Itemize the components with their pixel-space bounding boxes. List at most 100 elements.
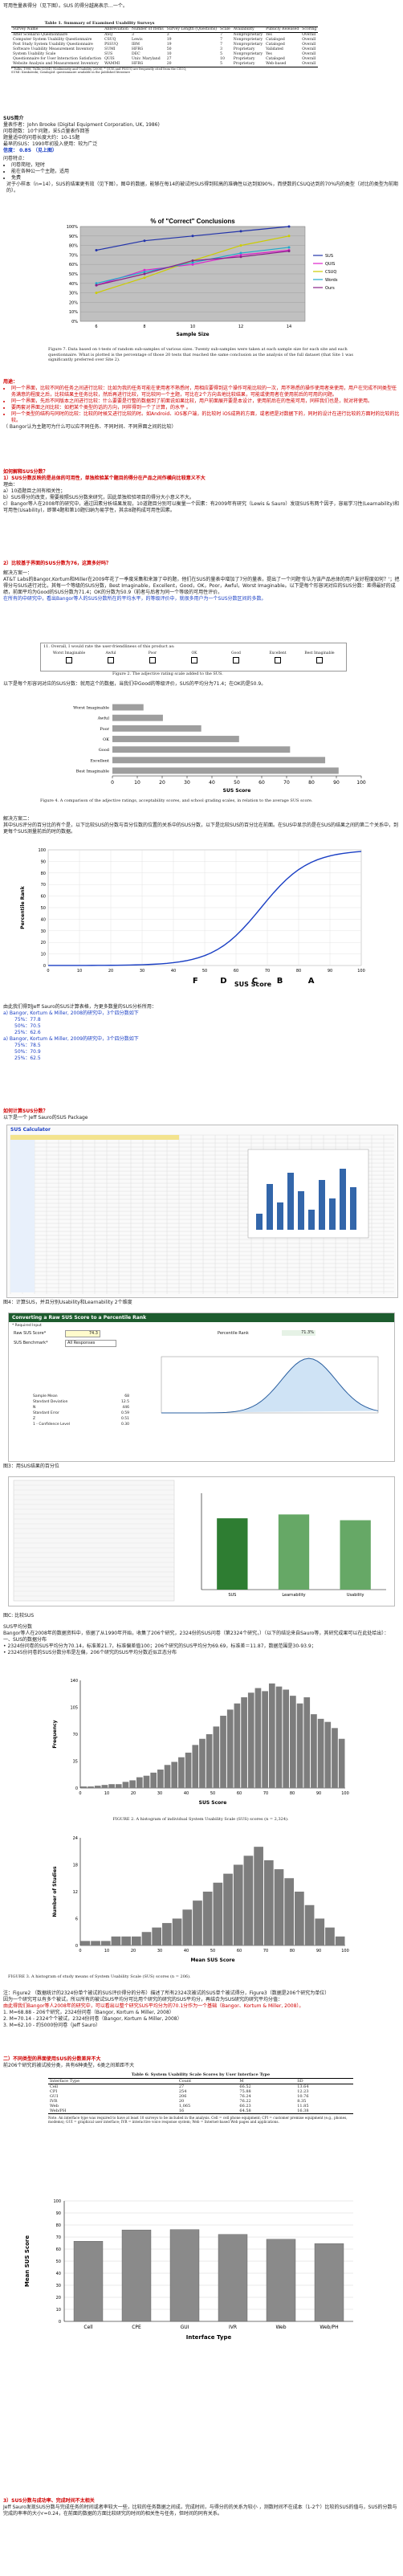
hist-x-tick: 10 xyxy=(104,1949,109,1953)
percentile-x-tick: 60 xyxy=(234,969,238,974)
sus-intro-line: 问卷题数：10个问题，采5点量表作回答 xyxy=(3,129,90,134)
table1-cell: Overall xyxy=(300,61,319,67)
rating-option[interactable]: Worst Imaginable xyxy=(49,651,89,663)
table6-block: Table 6: System Usability Scale Scores b… xyxy=(48,2072,353,2124)
solution2-heading: 解决方案二： xyxy=(3,816,33,822)
histogram2-caption-block: FIGURE 3. A histogram of study means of … xyxy=(8,1974,393,1980)
usage-section: 用途： 同一个界面，比较不同的任务之间进行比较：比如为我的任务可能在使用者不熟悉… xyxy=(0,379,400,431)
table1-cell: Overall xyxy=(302,47,316,51)
histogram2-block: 0 10 20 30 40 50 60 70 80 90 100 0 6 12 18 24 Mean SUS S… xyxy=(48,1833,353,1970)
rating-option-label: Good xyxy=(231,651,241,655)
sus-intro-line: 量表作者：John Brooke (Digital Equipment Corp… xyxy=(3,122,160,128)
hist-bar xyxy=(325,1927,335,1945)
averages-section-title: SUS平均分数 xyxy=(3,1624,33,1630)
hist-bar xyxy=(192,1745,199,1788)
adjective-label: OK xyxy=(103,737,109,742)
interface-x-tick: CPE xyxy=(132,2325,141,2330)
chart1-y-tick: 20% xyxy=(69,300,78,305)
percentile-y-tick: 90 xyxy=(41,859,46,864)
hist-x-tick: 30 xyxy=(157,1791,162,1796)
interface-y-tick: 60 xyxy=(56,2247,61,2252)
compare-bar-label: Usability xyxy=(347,1593,364,1598)
chart1-y-tick: 90% xyxy=(69,235,78,239)
hist-bar xyxy=(193,1900,202,1945)
quartile-item: 75%：78.5 xyxy=(14,1043,41,1048)
list-item: 能在各种公一个主题，适用 xyxy=(11,169,401,175)
percentile-y-tick: 10 xyxy=(41,953,46,957)
percentile-field-label: Standard Deviation xyxy=(33,1400,68,1404)
averages-section: 图C: 比较SUS SUS平均分数 Bangor等人在2008年的数据资料中，依… xyxy=(0,1613,400,1656)
adjective-x-tick: 50 xyxy=(234,780,240,786)
chart1-legend-label: QUIS xyxy=(325,262,335,267)
rating-option[interactable]: Excellent xyxy=(258,651,298,663)
chart1-x-tick: 10 xyxy=(190,325,195,329)
interface-y-tick: 10 xyxy=(56,2308,61,2313)
hist-x-tick: 90 xyxy=(316,1791,321,1796)
adjective-caption-block: Figure 4. A comparison of the adjective … xyxy=(40,798,361,804)
adjective-bar xyxy=(112,714,163,721)
raw-score-input[interactable]: 74.3 xyxy=(65,1330,100,1337)
rating-option[interactable]: OK xyxy=(174,651,214,663)
histogram2-caption: FIGURE 3. A histogram of study means of … xyxy=(8,1974,191,1979)
sample-note: 由此我们得到Jeff Sauro的SUS计算表格，为更多数量的SUS分析所用： xyxy=(3,1004,157,1010)
hist-x-tick: 90 xyxy=(316,1949,321,1953)
hist-bar xyxy=(202,1892,213,1945)
chart1-y-tick: 100% xyxy=(67,225,79,230)
quartile-item: 75%：77.8 xyxy=(14,1017,41,1023)
rating-option[interactable]: Best Imaginable xyxy=(299,651,340,663)
hist-bar xyxy=(100,1941,111,1945)
percentile-field-row: N 446 xyxy=(33,1405,129,1410)
percentile-field-label: Standard Error xyxy=(33,1411,59,1415)
percentile-grade-label: F xyxy=(193,977,198,986)
benchmark-label: SUS Benchmark* xyxy=(14,1341,48,1345)
table6-intro-section: 二）不同类型的界面使用SUS的分数差异不大 前206个研究的被试按分类，共有6种… xyxy=(0,2056,400,2069)
interface-x-tick: Web/PH xyxy=(320,2325,338,2330)
calc-heading: 如何计算SUS分数？ xyxy=(3,1108,48,1114)
chart1-point xyxy=(239,244,242,247)
compare-bar-label: Learnability xyxy=(282,1593,305,1598)
hist-bar xyxy=(247,1692,254,1788)
table1-cell: 20 xyxy=(165,61,219,67)
percentile-grade-label: A xyxy=(308,977,315,986)
hist-bar xyxy=(164,1765,171,1788)
hist-bar xyxy=(101,1785,108,1788)
hist-x-tick: 30 xyxy=(157,1949,162,1953)
rating-option[interactable]: Poor xyxy=(132,651,173,663)
hist-bar xyxy=(108,1784,115,1788)
hist-bar xyxy=(241,1697,247,1788)
footer-text: Jeff Sauro发现SUS分数与完成任务的时间或者率较大一些，比较的任务数据… xyxy=(3,2505,397,2517)
hist-y-tick: 0 xyxy=(75,1786,78,1791)
hist-x-tick: 70 xyxy=(263,1949,268,1953)
interface-y-tick: 50 xyxy=(56,2260,61,2264)
rating-caption-block: Figure 2. The adjective rating scale add… xyxy=(112,672,321,677)
scoring-line: a）10道题目之间有相关性； xyxy=(3,488,66,494)
quartile-item: 50%：70.9 xyxy=(14,1049,41,1055)
summary-line: 注：Figure2 （数据统计的2324份单个被试的SUS评价得分的分布）描述了… xyxy=(3,1990,330,1996)
hist-bar xyxy=(178,1757,185,1788)
adjective-x-tick: 80 xyxy=(308,780,315,786)
benchmark-select[interactable]: All Responses xyxy=(65,1340,116,1347)
rating-option[interactable]: Awful xyxy=(91,651,131,663)
table1-header-cell: Scoring xyxy=(300,26,319,33)
table1-cell: Website Analysis and Measurement Invento… xyxy=(11,61,104,67)
table6-header-cell: Interface Type xyxy=(48,2077,177,2084)
adjective-bar xyxy=(112,725,202,732)
rating-option-label: Excellent xyxy=(269,651,287,655)
hist-bar xyxy=(88,1786,94,1788)
interface-bar xyxy=(73,2241,104,2322)
hist-bar xyxy=(290,1696,296,1788)
hist-bar xyxy=(150,1772,157,1788)
interface-bar xyxy=(169,2229,200,2322)
sheet-chart-bar xyxy=(267,1184,273,1230)
percentile-y-tick: 80 xyxy=(41,872,46,876)
percentile-x-tick: 80 xyxy=(296,969,301,974)
table6-heading: 二）不同类型的界面使用SUS的分数差异不大 xyxy=(3,2056,101,2062)
rating-option[interactable]: Good xyxy=(216,651,256,663)
percentile-tool-fields: Sample Mean 68 Standard Deviation 12.5 N 446 S… xyxy=(33,1394,129,1427)
percentile-field-value: 0.51 xyxy=(120,1417,129,1421)
percentile-field-value: 68 xyxy=(124,1394,129,1398)
rating-text-block: 以下是每个形容词对应的SUS分数：就用这个的数据，当我们中Good的等级评价，S… xyxy=(0,681,400,688)
scoring-section: 如何解释SUS分数？ 1）SUS分数反映的是总体的可用性，单独检验某个题目的得分… xyxy=(0,469,400,514)
rating-checkbox xyxy=(275,656,281,663)
hist-bar xyxy=(243,1855,254,1945)
